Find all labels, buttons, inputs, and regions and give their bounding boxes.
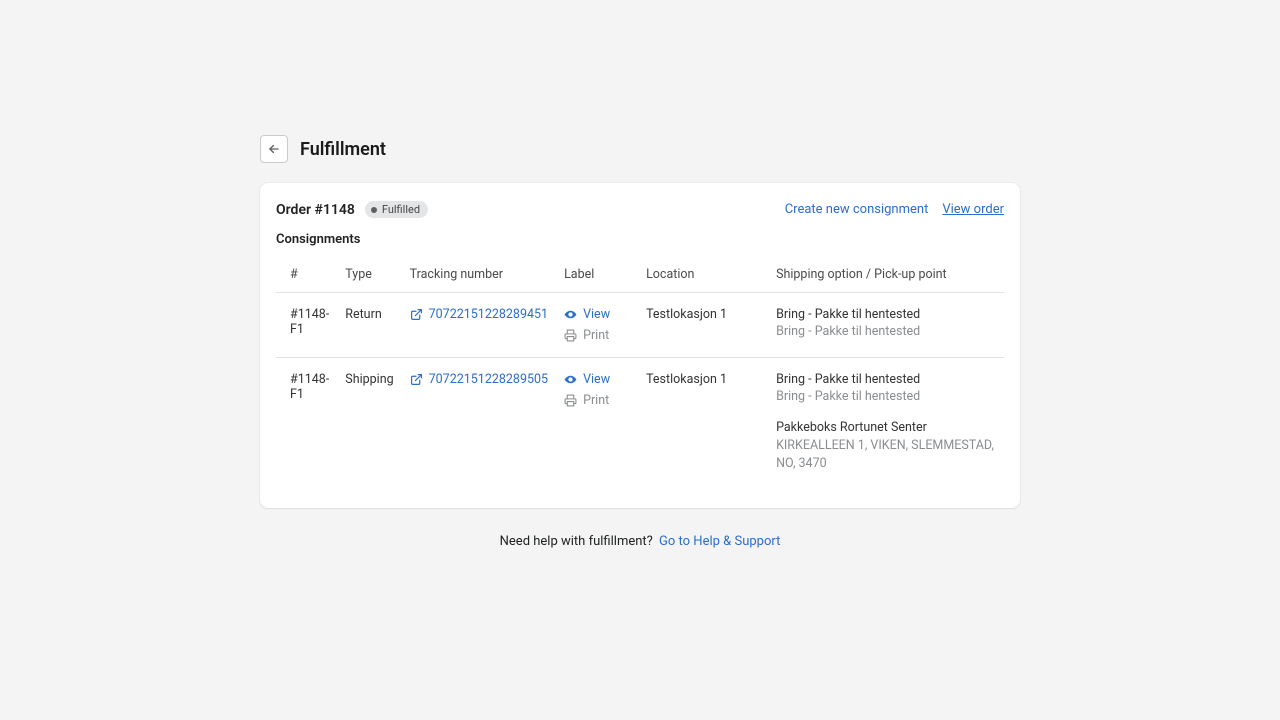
col-header-label: Label — [556, 261, 638, 293]
printer-icon — [564, 394, 577, 407]
print-label-text: Print — [583, 328, 609, 343]
help-footer: Need help with fulfillment? Go to Help &… — [0, 534, 1280, 549]
tracking-link[interactable]: 70722151228289451 — [410, 307, 548, 322]
consignments-heading: Consignments — [276, 232, 1004, 247]
shipping-option-sub: Bring - Pakke til hentested — [776, 324, 996, 339]
external-link-icon — [410, 308, 423, 321]
cell-location: Testlokasjon 1 — [638, 358, 768, 487]
help-support-link[interactable]: Go to Help & Support — [659, 534, 780, 549]
view-label-link[interactable]: View — [564, 307, 630, 322]
cell-location: Testlokasjon 1 — [638, 293, 768, 358]
eye-icon — [564, 308, 577, 321]
cell-type: Return — [337, 293, 401, 358]
printer-icon — [564, 329, 577, 342]
eye-icon — [564, 373, 577, 386]
pickup-point-address: KIRKEALLEEN 1, VIKEN, SLEMMESTAD, NO, 34… — [776, 437, 996, 472]
table-row: #1148-F1 Shipping 70722151228289505 — [276, 358, 1004, 487]
col-header-id: # — [276, 261, 337, 293]
tracking-link[interactable]: 70722151228289505 — [410, 372, 548, 387]
print-label-link[interactable]: Print — [564, 328, 630, 343]
back-button[interactable] — [260, 135, 288, 163]
pickup-point-name: Pakkeboks Rortunet Senter — [776, 420, 996, 435]
cell-id: #1148-F1 — [276, 358, 337, 487]
col-header-shipping: Shipping option / Pick-up point — [768, 261, 1004, 293]
print-label-link[interactable]: Print — [564, 393, 630, 408]
shipping-option-main: Bring - Pakke til hentested — [776, 372, 996, 387]
status-badge-label: Fulfilled — [382, 203, 420, 216]
view-label-text: View — [583, 307, 610, 322]
cell-id: #1148-F1 — [276, 293, 337, 358]
col-header-location: Location — [638, 261, 768, 293]
shipping-option-sub: Bring - Pakke til hentested — [776, 389, 996, 404]
col-header-tracking: Tracking number — [402, 261, 556, 293]
create-consignment-link[interactable]: Create new consignment — [785, 202, 929, 217]
cell-type: Shipping — [337, 358, 401, 487]
status-badge: Fulfilled — [365, 201, 428, 218]
table-row: #1148-F1 Return 70722151228289451 — [276, 293, 1004, 358]
view-order-link[interactable]: View order — [942, 202, 1004, 217]
fulfillment-card: Order #1148 Fulfilled Create new consign… — [260, 183, 1020, 508]
status-dot-icon — [371, 207, 377, 213]
view-label-text: View — [583, 372, 610, 387]
col-header-type: Type — [337, 261, 401, 293]
page-title: Fulfillment — [300, 139, 386, 160]
print-label-text: Print — [583, 393, 609, 408]
shipping-option-main: Bring - Pakke til hentested — [776, 307, 996, 322]
view-label-link[interactable]: View — [564, 372, 630, 387]
help-prefix: Need help with fulfillment? — [500, 534, 653, 549]
external-link-icon — [410, 373, 423, 386]
consignments-table: # Type Tracking number Label Location Sh… — [276, 261, 1004, 486]
order-title: Order #1148 — [276, 202, 355, 218]
tracking-number: 70722151228289505 — [429, 372, 548, 387]
arrow-left-icon — [267, 142, 281, 156]
tracking-number: 70722151228289451 — [429, 307, 548, 322]
